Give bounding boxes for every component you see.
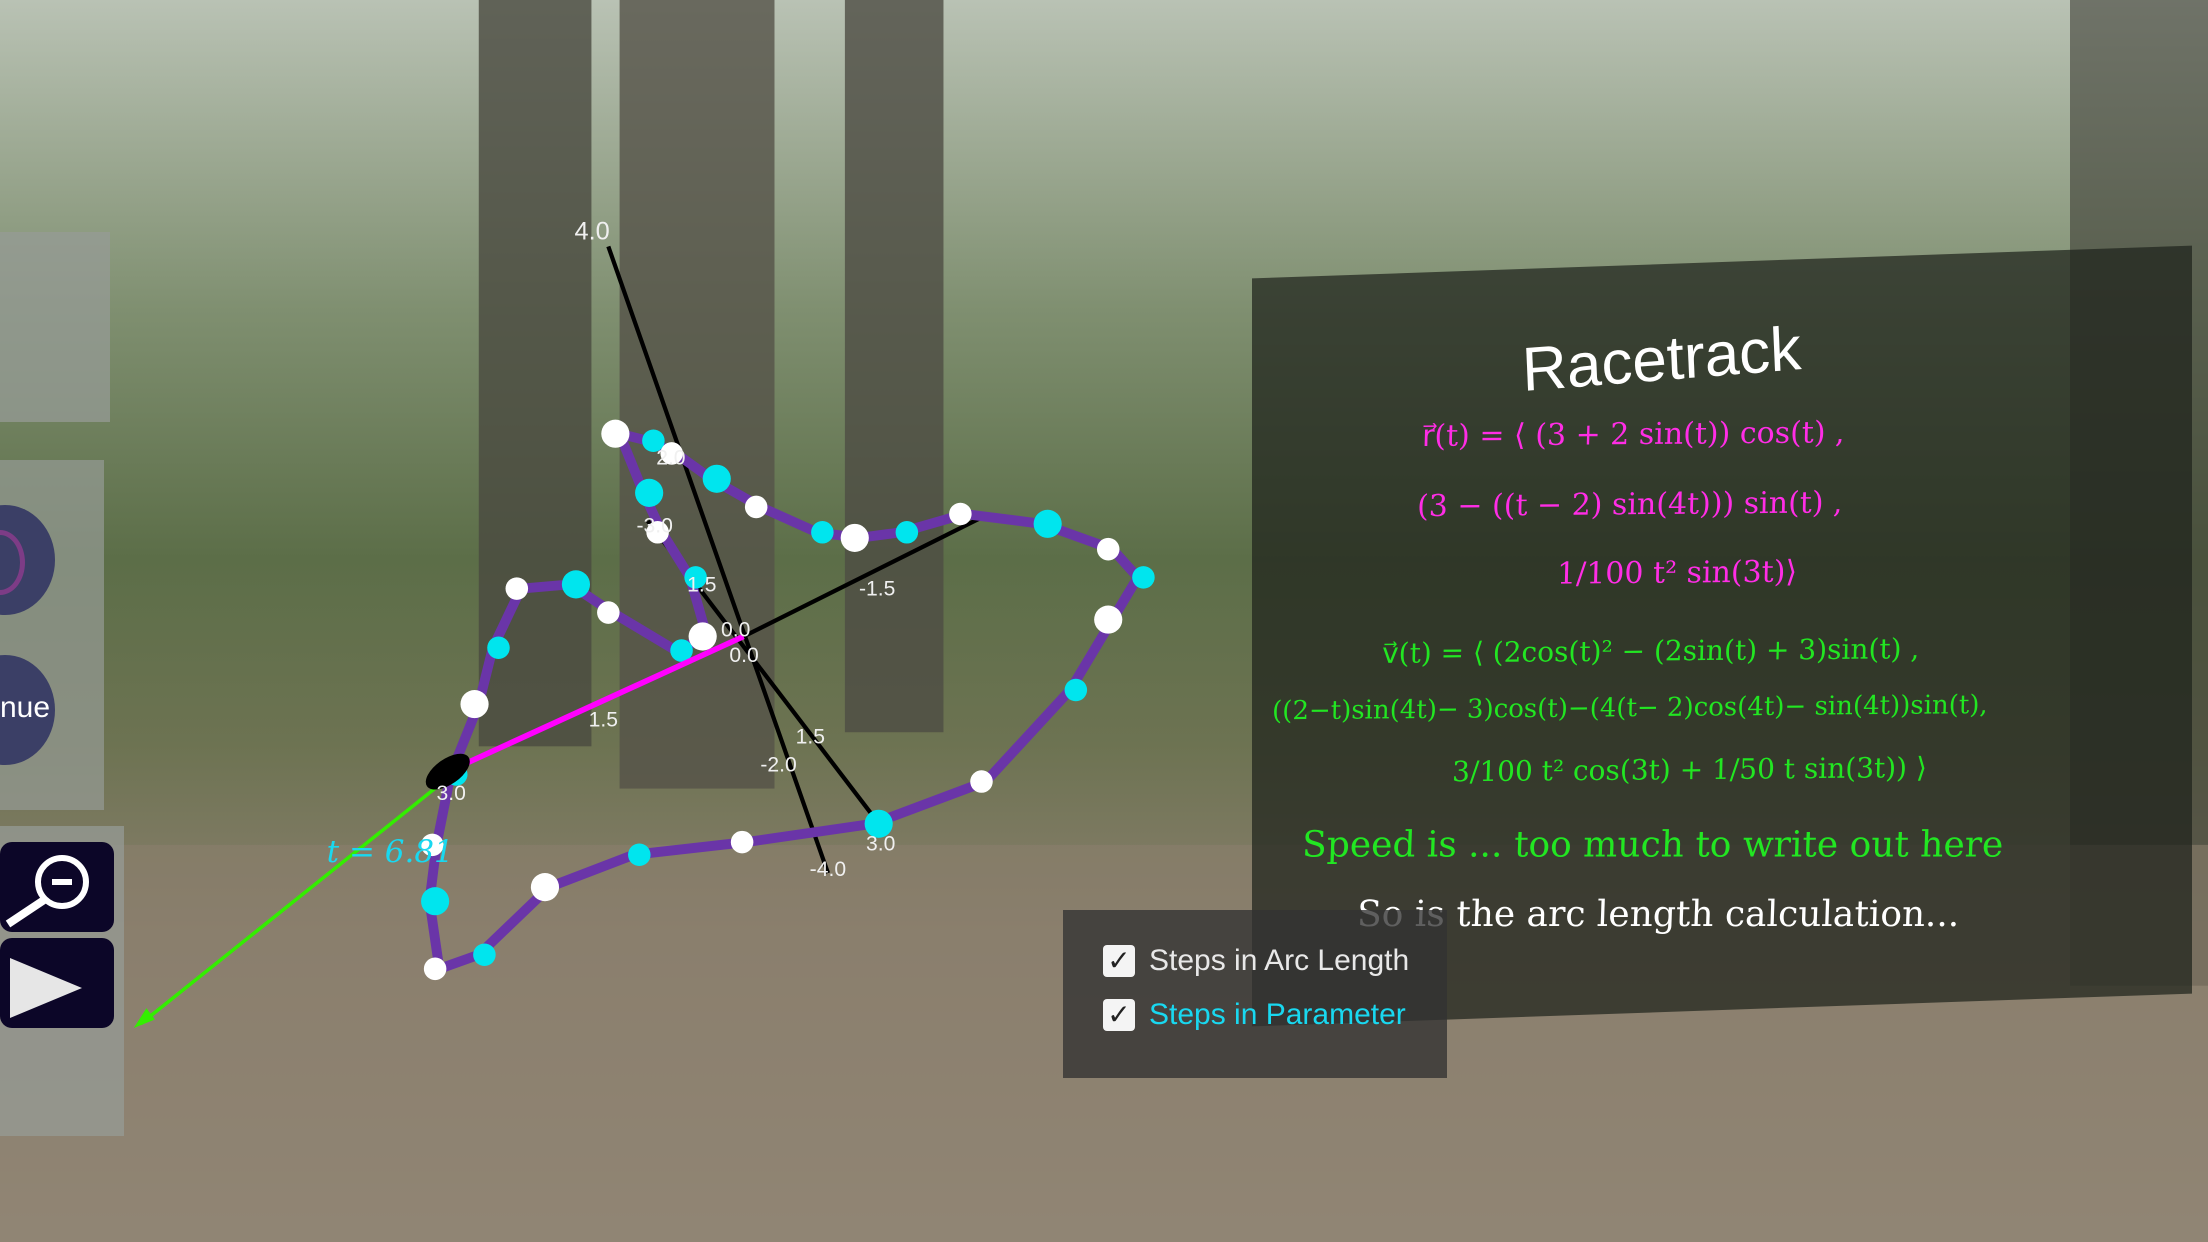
steps-parameter-checkbox[interactable]: ✓ Steps in Parameter <box>1103 998 1406 1032</box>
parameter-step-dot <box>473 943 496 966</box>
axis-tick-label: -2.0 <box>760 754 796 777</box>
arc-length-step-dot <box>1094 605 1123 634</box>
parameter-label: t = 6.81 <box>327 834 454 870</box>
velocity-eq-line: v⃗(t) = ⟨ (2cos(t)² − (2sin(t) + 3)sin(t… <box>1381 632 1920 670</box>
arc-length-text: So is the arc length calculation... <box>1356 894 1961 936</box>
parameter-step-dot <box>421 887 450 916</box>
axis-tick-label: 3.0 <box>866 833 895 856</box>
arc-length-step-dot <box>460 690 489 719</box>
parameter-step-dot <box>628 843 651 867</box>
parameter-step-dot <box>895 521 919 544</box>
axis-tick-label: 4.0 <box>575 217 610 245</box>
arc-length-step-dot <box>597 601 620 624</box>
axis-tick-label: 2.0 <box>656 447 685 470</box>
left-panel-top <box>0 232 110 422</box>
continue-label: nue <box>0 691 51 724</box>
axis-tick-label: 1.5 <box>796 726 825 749</box>
parameter-step-dot <box>561 570 591 599</box>
parameter-step-dot <box>487 636 510 660</box>
parameter-step-dot <box>811 521 834 544</box>
checkbox-label: Steps in Arc Length <box>1149 944 1410 977</box>
left-panel-controls <box>0 826 124 1136</box>
parameter-step-dot <box>702 464 731 493</box>
checkmark-icon: ✓ <box>1103 999 1135 1031</box>
play-button[interactable] <box>0 938 114 1028</box>
speed-text: Speed is ... too much to write out here <box>1301 824 2005 866</box>
record-button[interactable] <box>0 505 55 615</box>
panel-title: Racetrack <box>1520 314 1803 405</box>
checkbox-label: Steps in Parameter <box>1149 998 1406 1031</box>
axis-tick-label: -4.0 <box>810 858 846 881</box>
velocity-eq-line: ((2−t)sin(4t)− 3)cos(t)−(4(t− 2)cos(4t)−… <box>1271 690 1989 727</box>
axis-tick-label: 0.0 <box>721 618 750 641</box>
axis-tick-label: 1.5 <box>687 573 716 596</box>
axis-tick-label: 0.0 <box>729 644 758 667</box>
steps-arc-length-checkbox[interactable]: ✓ Steps in Arc Length <box>1103 944 1409 978</box>
axis-tick-label: -1.5 <box>859 578 895 601</box>
arc-length-step-dot <box>744 495 768 519</box>
axis-tick-label: -3.0 <box>636 514 672 537</box>
arc-length-step-dot <box>730 830 754 854</box>
arc-length-step-dot <box>505 577 529 600</box>
arc-length-step-dot <box>530 873 560 902</box>
parameter-step-dot <box>1064 678 1088 702</box>
parameter-step-dot <box>1033 509 1062 538</box>
arc-length-step-dot <box>840 523 869 552</box>
position-eq-line: r⃗(t) = ⟨ (3 + 2 sin(t)) cos(t) , <box>1421 415 1846 454</box>
position-eq-line: 1/100 t² sin(3t)⟩ <box>1556 554 1798 592</box>
velocity-eq-line: 3/100 t² cos(3t) + 1/50 t sin(3t)) ⟩ <box>1451 751 1928 789</box>
parameter-step-dot <box>635 478 664 507</box>
left-panel-menu: nue <box>0 460 104 810</box>
arc-length-step-dot <box>949 502 972 526</box>
arc-length-step-dot <box>970 770 993 793</box>
zoom-out-icon <box>5 855 89 928</box>
axis-tick-label: 1.5 <box>589 709 618 732</box>
parameter-step-dot <box>1132 566 1155 589</box>
checkmark-icon: ✓ <box>1103 945 1135 977</box>
ring-icon <box>0 530 25 595</box>
arc-length-step-dot <box>1096 537 1120 561</box>
play-icon <box>10 958 82 1018</box>
step-options-panel: ✓ Steps in Arc Length ✓ Steps in Paramet… <box>1063 910 1447 1078</box>
continue-button[interactable]: nue <box>0 655 55 765</box>
position-eq-line: (3 − ((t − 2) sin(4t))) sin(t) , <box>1416 485 1844 525</box>
arc-length-step-dot <box>423 957 447 981</box>
arc-length-step-dot <box>604 422 627 445</box>
arc-length-step-dot <box>688 622 717 651</box>
axis-tick-label: 3.0 <box>437 782 466 805</box>
zoom-out-button[interactable] <box>0 842 114 932</box>
